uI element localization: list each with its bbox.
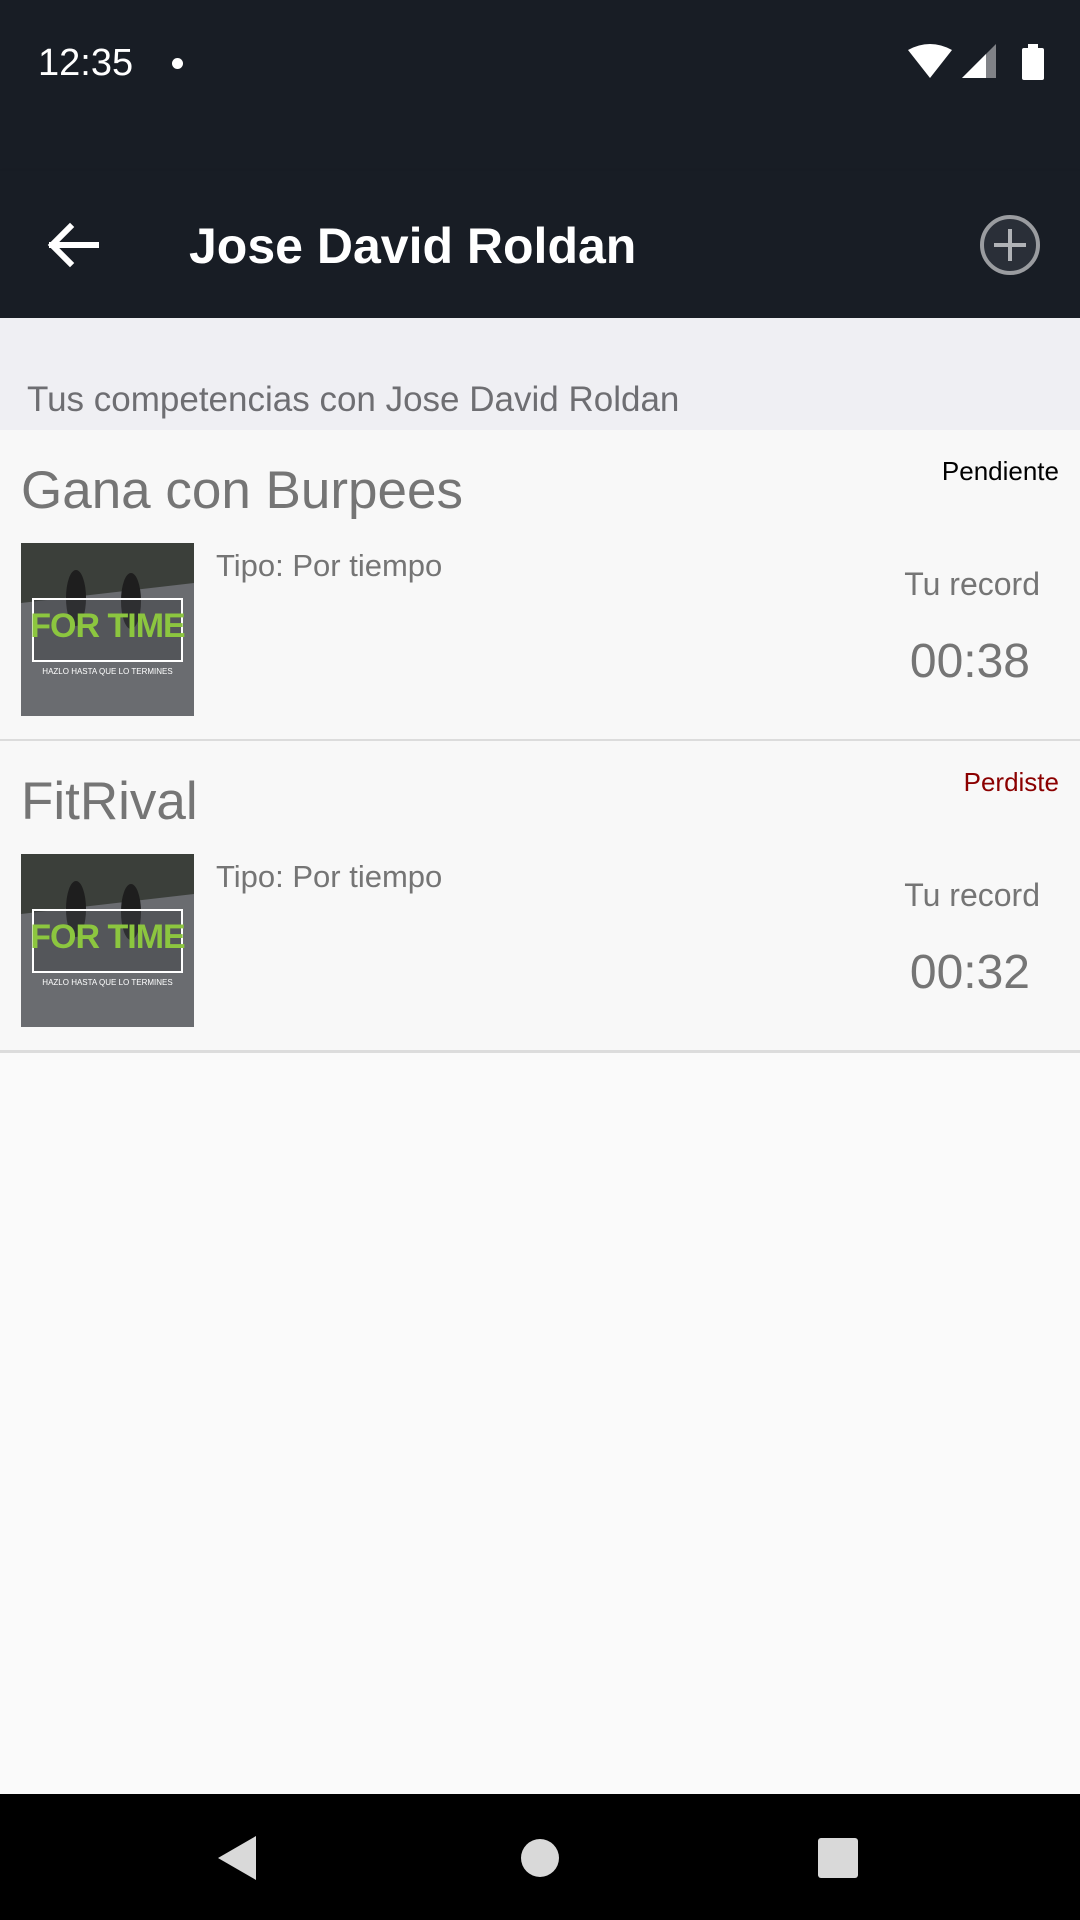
competition-thumbnail: FOR TIME HAZLO HASTA QUE LO TERMINES	[21, 854, 194, 1027]
notification-dot-icon	[172, 58, 183, 69]
add-competition-button[interactable]	[976, 211, 1044, 279]
nav-recents-button[interactable]	[810, 1830, 866, 1886]
section-header-text: Tus competencias con Jose David Roldan	[27, 380, 680, 419]
competition-card[interactable]: FitRival Perdiste FOR TIME HAZLO HASTA Q…	[0, 741, 1080, 1053]
square-recents-icon	[818, 1838, 858, 1878]
competition-card[interactable]: Gana con Burpees Pendiente FOR TIME HAZL…	[0, 430, 1080, 742]
thumbnail-caption: HAZLO HASTA QUE LO TERMINES	[42, 978, 173, 987]
wifi-icon	[908, 44, 952, 78]
triangle-back-icon	[218, 1836, 256, 1880]
competition-title: Gana con Burpees	[21, 461, 463, 520]
record-value: 00:38	[909, 635, 1030, 688]
competition-thumbnail: FOR TIME HAZLO HASTA QUE LO TERMINES	[21, 543, 194, 716]
record-label: Tu record	[904, 877, 1040, 913]
arrow-back-icon	[47, 222, 99, 268]
back-button[interactable]	[34, 207, 110, 283]
thumbnail-headline: FOR TIME	[30, 918, 185, 956]
competition-title: FitRival	[21, 772, 198, 831]
section-header: Tus competencias con Jose David Roldan	[0, 318, 1080, 430]
record-value: 00:32	[909, 946, 1030, 999]
circle-home-icon	[521, 1839, 559, 1877]
cellular-signal-icon	[962, 44, 996, 78]
page-title: Jose David Roldan	[189, 218, 637, 274]
status-time: 12:35	[38, 42, 134, 84]
competition-type: Tipo: Por tiempo	[216, 548, 443, 583]
add-circle-icon	[980, 215, 1040, 275]
app-bar: Jose David Roldan	[0, 171, 1080, 318]
nav-back-button[interactable]	[210, 1830, 266, 1886]
thumbnail-headline: FOR TIME	[30, 607, 185, 645]
nav-home-button[interactable]	[512, 1830, 568, 1886]
competition-status: Pendiente	[941, 456, 1059, 486]
battery-icon	[1022, 44, 1044, 80]
status-bar: 12:35	[0, 0, 1080, 171]
navigation-bar	[0, 1794, 1080, 1920]
record-label: Tu record	[904, 566, 1040, 602]
competition-status: Perdiste	[963, 767, 1059, 797]
competition-type: Tipo: Por tiempo	[216, 859, 443, 894]
thumbnail-caption: HAZLO HASTA QUE LO TERMINES	[42, 667, 173, 676]
